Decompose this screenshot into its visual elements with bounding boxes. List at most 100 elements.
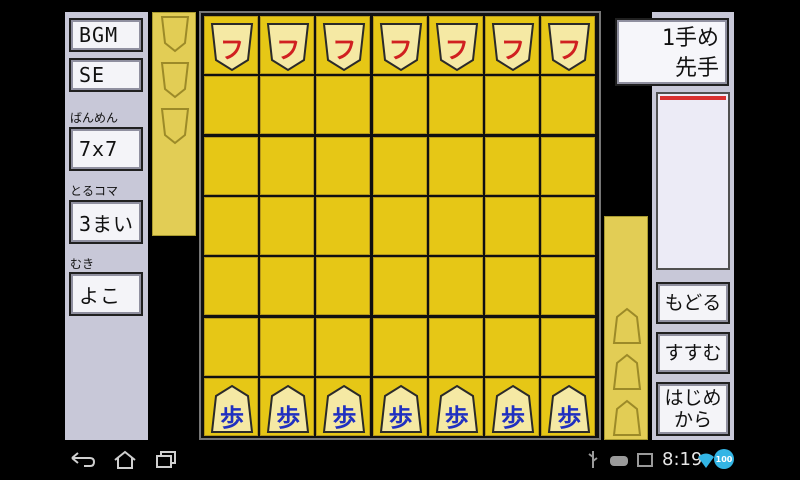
board-square[interactable]: 歩 (485, 377, 539, 436)
board-square[interactable] (204, 196, 258, 255)
orientation-button[interactable]: よこ (69, 272, 143, 316)
board-square[interactable] (428, 136, 483, 195)
board-square[interactable] (541, 196, 596, 255)
game-controller-icon (610, 456, 628, 466)
restart-button[interactable]: はじめ から (656, 382, 730, 436)
board-square[interactable] (372, 136, 427, 195)
restart-label-line2: から (673, 409, 712, 431)
board-square[interactable] (260, 196, 315, 255)
board-square[interactable]: 歩 (541, 377, 596, 436)
board-square[interactable] (260, 317, 315, 376)
board-square[interactable] (204, 76, 258, 135)
undo-button[interactable]: もどる (656, 282, 730, 324)
player-piece[interactable]: 歩 (547, 384, 591, 434)
player-captured-tray[interactable] (604, 216, 648, 440)
opponent-captured-tray[interactable] (152, 12, 196, 236)
bgm-toggle-button[interactable]: BGM (69, 18, 143, 52)
board-square[interactable]: フ (428, 16, 483, 74)
board-square[interactable]: フ (541, 16, 596, 74)
board-square[interactable] (372, 317, 427, 376)
board-square[interactable] (428, 257, 483, 316)
move-history-list[interactable] (656, 92, 730, 270)
board-square[interactable] (204, 136, 258, 195)
board-square[interactable]: 歩 (316, 377, 371, 436)
board-square[interactable] (316, 76, 371, 135)
board-square[interactable] (428, 196, 483, 255)
piece-glyph: 歩 (276, 403, 301, 432)
se-toggle-button[interactable]: SE (69, 58, 143, 92)
board-square[interactable] (260, 257, 315, 316)
player-piece[interactable]: 歩 (210, 384, 254, 434)
shogi-board: フ フ フ フ フ フ フ歩 歩 歩 歩 歩 歩 歩 (199, 11, 601, 440)
board-size-caption: ばんめん (70, 111, 119, 125)
board-square[interactable] (260, 76, 315, 135)
board-square[interactable] (485, 136, 539, 195)
player-piece[interactable]: 歩 (322, 384, 366, 434)
board-square[interactable] (372, 76, 427, 135)
opponent-piece[interactable]: フ (210, 22, 254, 72)
board-size-button[interactable]: 7x7 (69, 127, 143, 171)
empty-piece-slot-icon (612, 353, 642, 390)
player-piece[interactable]: 歩 (491, 384, 535, 434)
board-square[interactable] (372, 196, 427, 255)
player-piece[interactable]: 歩 (266, 384, 310, 434)
piece-glyph: 歩 (501, 403, 525, 432)
board-square[interactable]: フ (204, 16, 258, 74)
redo-button[interactable]: すすむ (656, 332, 730, 374)
opponent-piece[interactable]: フ (435, 22, 479, 72)
opponent-piece[interactable]: フ (266, 22, 310, 72)
board-square[interactable]: 歩 (204, 377, 258, 436)
board-square[interactable]: 歩 (260, 377, 315, 436)
board-square[interactable]: フ (485, 16, 539, 74)
board-square[interactable]: 歩 (428, 377, 483, 436)
board-square[interactable] (260, 136, 315, 195)
piece-glyph: フ (332, 36, 357, 64)
board-square[interactable] (428, 76, 483, 135)
board-square[interactable]: フ (260, 16, 315, 74)
turn-status-box: 1手め 先手 (615, 18, 729, 86)
board-square[interactable] (541, 257, 596, 316)
capture-count-button[interactable]: 3まい (69, 200, 143, 244)
empty-piece-slot-icon (160, 108, 190, 145)
board-square[interactable] (316, 136, 371, 195)
settings-panel: BGM SE ばんめん 7x7 とるコマ 3まい むき よこ (65, 12, 148, 440)
restart-label-line1: はじめ (664, 387, 722, 409)
board-square[interactable]: 歩 (372, 377, 427, 436)
board-square[interactable] (372, 257, 427, 316)
board-square[interactable] (485, 196, 539, 255)
opponent-piece[interactable]: フ (322, 22, 366, 72)
player-piece[interactable]: 歩 (379, 384, 423, 434)
board-square[interactable] (316, 257, 371, 316)
board-square[interactable] (485, 76, 539, 135)
recent-apps-icon[interactable] (152, 448, 182, 472)
board-square[interactable] (541, 76, 596, 135)
board-square[interactable] (485, 317, 539, 376)
empty-piece-slot-icon (612, 307, 642, 344)
board-square[interactable] (541, 317, 596, 376)
player-piece[interactable]: 歩 (435, 384, 479, 434)
piece-glyph: フ (276, 36, 301, 64)
battery-icon: 100 (714, 449, 734, 469)
opponent-piece[interactable]: フ (491, 22, 535, 72)
board-square[interactable] (428, 317, 483, 376)
battery-level-text: 100 (716, 455, 733, 464)
move-number: 1手め (661, 26, 719, 51)
system-nav-bar: 8:19 100 (0, 440, 800, 480)
board-square[interactable] (204, 257, 258, 316)
board-square[interactable]: フ (316, 16, 371, 74)
board-square[interactable] (204, 317, 258, 376)
board-square[interactable] (316, 317, 371, 376)
back-icon[interactable] (68, 448, 98, 472)
board-square[interactable]: フ (372, 16, 427, 74)
board-square[interactable] (541, 136, 596, 195)
piece-glyph: フ (557, 36, 582, 64)
current-player: 先手 (674, 56, 719, 81)
board-square[interactable] (485, 257, 539, 316)
piece-glyph: フ (501, 36, 525, 64)
opponent-piece[interactable]: フ (379, 22, 423, 72)
board-square[interactable] (316, 196, 371, 255)
piece-glyph: 歩 (388, 403, 413, 432)
home-icon[interactable] (110, 448, 140, 472)
piece-glyph: フ (220, 36, 244, 64)
opponent-piece[interactable]: フ (547, 22, 591, 72)
